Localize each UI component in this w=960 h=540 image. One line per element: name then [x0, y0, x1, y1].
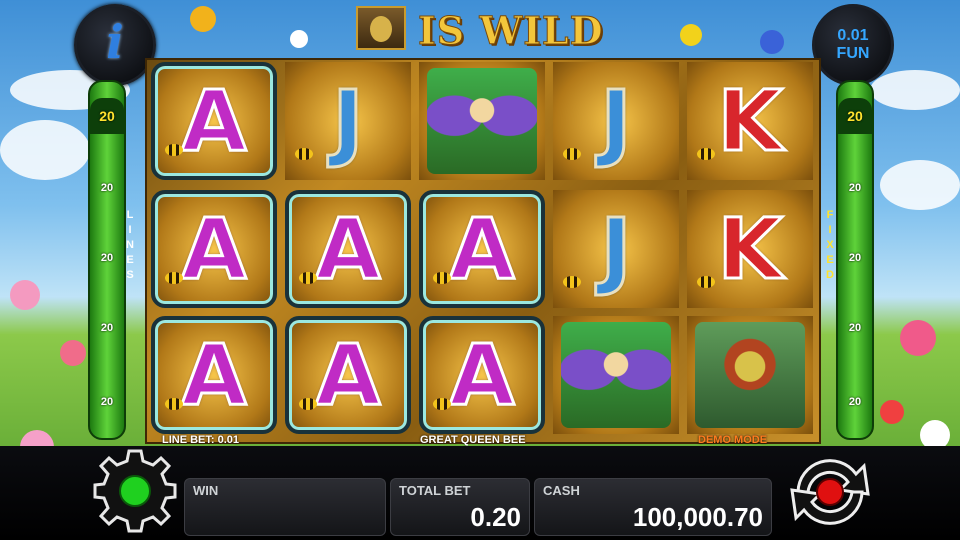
- reel-symbol-cell: A: [419, 316, 545, 434]
- reel-symbol-cell: J: [285, 62, 411, 180]
- reel-symbol-cell: [553, 316, 679, 434]
- bee-icon: [563, 276, 581, 288]
- total-bet-value: 0.20: [470, 502, 521, 532]
- denomination-value: 0.01: [837, 27, 869, 44]
- letter-symbol: A: [448, 325, 516, 426]
- reel-symbol-cell: K: [687, 190, 813, 308]
- bee-icon: [165, 272, 183, 284]
- bee-icon: [165, 144, 183, 156]
- settings-light: [119, 475, 151, 507]
- fixed-label: FIXED: [826, 209, 834, 281]
- queen-bee-logo-icon: [356, 6, 406, 50]
- game-title: IS WILD: [356, 6, 606, 54]
- fairy-symbol-icon: [427, 68, 537, 174]
- line-count[interactable]: 20: [90, 384, 124, 420]
- reel-symbol-cell: A: [285, 316, 411, 434]
- bee-icon: [299, 398, 317, 410]
- line-count[interactable]: 20: [838, 170, 872, 206]
- bee-icon: [433, 398, 451, 410]
- bee-icon: [697, 276, 715, 288]
- title-text: IS WILD: [418, 8, 604, 54]
- reel-symbol-cell: A: [151, 316, 277, 434]
- cash-value: 100,000.70: [632, 502, 763, 532]
- line-count[interactable]: 20: [90, 310, 124, 346]
- reel-symbol-cell: A: [419, 190, 545, 308]
- line-count[interactable]: 20: [838, 310, 872, 346]
- win-panel: WIN: [184, 478, 386, 536]
- reel-symbol-cell: K: [687, 62, 813, 180]
- line-count[interactable]: 20: [90, 170, 124, 206]
- letter-symbol: A: [180, 71, 248, 172]
- line-count[interactable]: 20: [90, 240, 124, 276]
- line-count[interactable]: 20: [838, 240, 872, 276]
- win-label: WIN: [193, 483, 219, 498]
- denomination-button[interactable]: 0.01 FUN: [812, 4, 894, 86]
- reel-symbol-cell: [419, 62, 545, 180]
- lines-bar-left: 20 20 20 20 20: [88, 80, 126, 440]
- cash-label: CASH: [543, 483, 580, 498]
- letter-symbol: A: [314, 325, 382, 426]
- reel-symbol-cell: J: [553, 62, 679, 180]
- reel-symbol-cell: A: [285, 190, 411, 308]
- total-bet-label: TOTAL BET: [399, 483, 471, 498]
- feature-label: GREAT QUEEN BEE: [420, 434, 526, 446]
- bee-icon: [563, 148, 581, 160]
- bee-icon: [433, 272, 451, 284]
- total-bet-panel[interactable]: TOTAL BET 0.20: [390, 478, 530, 536]
- letter-symbol: A: [180, 199, 248, 300]
- demo-mode-label: DEMO MODE: [698, 434, 768, 446]
- reel-symbol-cell: A: [151, 190, 277, 308]
- letter-symbol: A: [314, 199, 382, 300]
- gear-icon[interactable]: [92, 448, 178, 534]
- letter-symbol: J: [599, 71, 633, 172]
- reel-symbol-cell: A: [151, 62, 277, 180]
- line-count[interactable]: 20: [838, 384, 872, 420]
- fairy-symbol-icon: [561, 322, 671, 428]
- queen-bee-symbol-icon: [695, 322, 805, 428]
- letter-symbol: A: [448, 199, 516, 300]
- info-button[interactable]: i: [74, 4, 156, 86]
- reel-symbol-cell: J: [553, 190, 679, 308]
- line-count-top[interactable]: 20: [90, 98, 124, 134]
- letter-symbol: J: [599, 199, 633, 300]
- reel-area: AAAJAAAAJJKK: [145, 58, 821, 444]
- bee-icon: [295, 148, 313, 160]
- bee-icon: [299, 272, 317, 284]
- line-count-top[interactable]: 20: [838, 98, 872, 134]
- reel-symbol-cell: [687, 316, 813, 434]
- spin-core: [816, 478, 844, 506]
- bee-icon: [697, 148, 715, 160]
- bee-icon: [165, 398, 183, 410]
- line-bet-label: LINE BET: 0.01: [162, 434, 240, 446]
- letter-symbol: J: [331, 71, 365, 172]
- mode-label: FUN: [836, 45, 870, 62]
- lines-bar-right: 20 20 20 20 20: [836, 80, 874, 440]
- letter-symbol: A: [180, 325, 248, 426]
- cash-panel: CASH 100,000.70: [534, 478, 772, 536]
- spin-icon[interactable]: [778, 448, 882, 536]
- info-icon: i: [106, 15, 124, 69]
- letter-symbol: K: [716, 71, 784, 172]
- lines-label: LINES: [126, 209, 134, 281]
- letter-symbol: K: [716, 199, 784, 300]
